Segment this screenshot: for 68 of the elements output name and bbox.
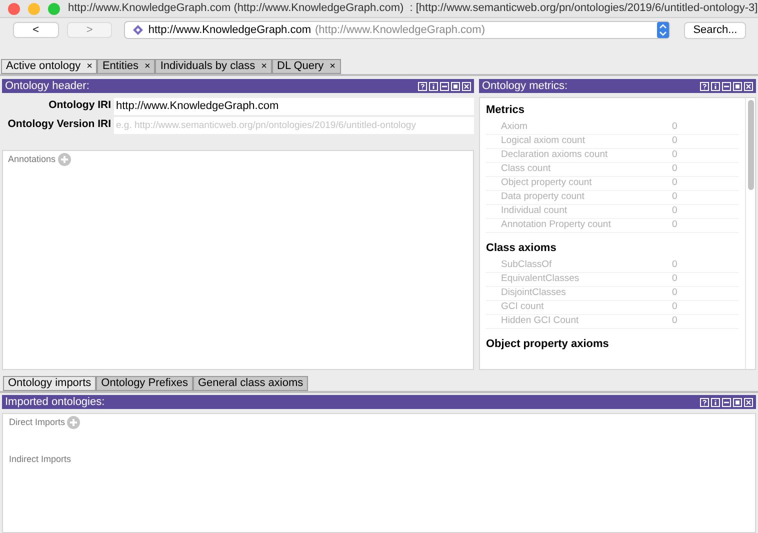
tab[interactable]: Ontology imports [3,376,96,391]
close-icon[interactable] [462,82,471,90]
metric-name: DisjointClasses [500,286,567,300]
tab[interactable]: General class axioms [192,376,308,391]
metric-name: EquivalentClasses [500,272,580,286]
tab[interactable]: Active ontology × [1,59,98,74]
maximize-icon[interactable] [733,398,742,406]
window-title: http://www.KnowledgeGraph.com (http://www.KnowledgeGraph.com) : [http://www.semanticweb.org/pn/ontologies/2019/6/untitled-ontology-3] [68,1,758,16]
metric-name: Individual count [500,204,568,218]
metric-name: Declaration axioms count [500,148,609,162]
field-label: Ontology IRI [48,98,112,114]
maximize-icon[interactable] [451,82,460,90]
metric-name: Annotation Property count [500,218,612,232]
tab[interactable]: DL Query × [272,59,341,74]
address-field[interactable]: http://www.KnowledgeGraph.com (http://www.KnowledgeGraph.com) [124,21,670,39]
metric-value: 0 [672,286,678,300]
panel-title: Imported ontologies: [5,396,105,408]
metric-name: Data property count [500,190,586,204]
info-icon[interactable] [711,82,720,90]
back-button[interactable]: < [13,22,59,38]
metric-name: SubClassOf [500,258,553,272]
help-icon[interactable] [700,82,709,90]
section-heading: Object property axioms [486,336,610,352]
tab[interactable]: Entities × [97,59,156,74]
close-icon[interactable] [744,398,753,406]
tab[interactable]: Individuals by class × [155,59,272,74]
metric-value: 0 [672,176,678,190]
metric-name: GCI count [500,300,545,314]
maximize-icon[interactable] [733,82,742,90]
metric-value: 0 [672,120,678,134]
scrollbar-thumb[interactable] [748,100,754,190]
minimize-icon[interactable] [722,398,731,406]
section-heading: Class axioms [486,240,558,256]
iri-field[interactable]: http://www.KnowledgeGraph.com [114,98,474,114]
metric-value: 0 [672,272,678,286]
metric-value: 0 [672,190,678,204]
close-icon[interactable] [744,82,753,90]
help-icon[interactable] [700,398,709,406]
panel-title: Ontology metrics: [482,80,568,92]
metric-value: 0 [672,134,678,148]
section-heading: Metrics [486,102,526,118]
indirect-imports-label: Indirect Imports [9,454,72,464]
panel-title: Ontology header: [5,80,90,92]
ontology-icon [133,25,144,35]
metric-name: Class count [500,162,552,176]
annotations-label: Annotations [8,153,56,166]
help-icon[interactable] [418,82,427,90]
dropdown-arrows-icon[interactable] [657,22,670,38]
metric-value: 0 [672,300,678,314]
minimize-icon[interactable] [722,82,731,90]
metric-value: 0 [672,258,678,272]
metric-name: Object property count [500,176,593,190]
version-iri-field[interactable]: e.g. http://www.semanticweb.org/pn/ontologies/2019/6/untitled-ontology [114,116,474,134]
field-label: Ontology Version IRI [6,117,112,132]
info-icon[interactable] [711,398,720,406]
info-icon[interactable] [429,82,438,90]
metric-name: Logical axiom count [500,134,586,148]
direct-imports-label: Direct Imports [9,416,66,429]
metric-value: 0 [672,162,678,176]
metric-value: 0 [672,314,678,328]
search-button[interactable]: Search... [684,22,746,38]
metric-name: Hidden GCI Count [500,314,580,328]
metric-value: 0 [672,148,678,162]
minimize-icon[interactable] [440,82,449,90]
metric-value: 0 [672,218,678,232]
tab[interactable]: Ontology Prefixes [96,376,193,391]
metric-name: Axiom [500,120,528,134]
metric-value: 0 [672,204,678,218]
